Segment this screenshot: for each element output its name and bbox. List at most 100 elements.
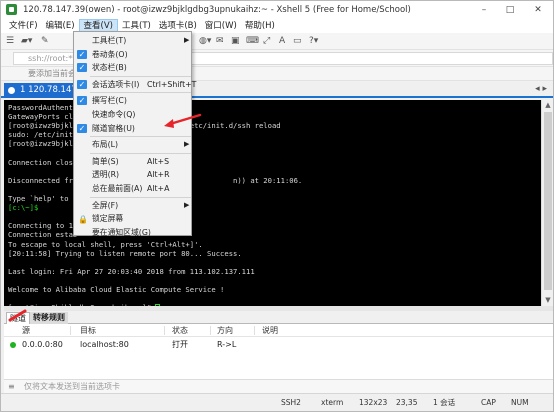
column-direction[interactable]: 方向 [217, 324, 233, 337]
globe-icon[interactable]: ◍▾ [199, 36, 211, 47]
terminal-line: Connecting to 12 [8, 221, 78, 231]
view-menu-item-label: 简单(S) [92, 156, 119, 166]
new-session-icon[interactable]: ☰ [6, 36, 14, 47]
terminal-line: To escape to local shell, press 'Ctrl+Al… [8, 239, 203, 249]
xftp-icon[interactable]: ✉ [216, 36, 224, 47]
view-menu-item-label: 全屏(F) [92, 200, 119, 210]
table-header: 源 目标 状态 方向 说明 [4, 324, 553, 337]
menu-separator [90, 152, 191, 154]
menu-separator [90, 136, 191, 138]
keyboard-icon[interactable]: ⌨ [246, 36, 259, 47]
tunnel-active-icon [10, 342, 16, 348]
view-menu-item-shortcut: Alt+S [147, 156, 170, 166]
disconnect-icon[interactable]: ✎ [41, 36, 49, 47]
window-controls: – □ ✕ [471, 1, 553, 18]
view-menu-item[interactable]: 工具栏(T) ▶ [75, 34, 192, 47]
view-menu-item[interactable]: 布局(L) ▶ [75, 138, 192, 151]
view-menu-item-label: 卷动条(O) [92, 49, 128, 59]
tab-forwarding-rules[interactable]: 转移规则 [30, 312, 68, 324]
view-menu-item-label: 锁定屏幕 [92, 214, 124, 224]
view-menu-item-label: 隧道窗格(U) [92, 123, 135, 133]
view-menu-item[interactable]: ✓ 状态栏(B) [75, 61, 192, 74]
terminal-type: xterm [321, 398, 344, 407]
cell-status: 打开 [172, 340, 188, 349]
tab-list-icon[interactable]: ◂ ▸ [535, 84, 547, 94]
session-status-icon [8, 87, 15, 94]
terminal-line: GatewayPorts cli [8, 112, 78, 122]
checkmark-icon: ✓ [77, 79, 87, 89]
fullscreen-icon[interactable]: ⤢ [263, 36, 270, 47]
table-row[interactable]: 0.0.0.0:80 localhost:80 打开 R->L [4, 338, 553, 352]
annotation-arrow-icon [164, 113, 202, 128]
menu-separator [90, 75, 191, 77]
scrollbar-thumb[interactable] [544, 112, 552, 290]
view-menu-item[interactable]: ✓ 撰写栏(C) [75, 94, 192, 107]
column-divider [70, 326, 71, 335]
column-source[interactable]: 源 [22, 324, 30, 337]
view-menu-item-shortcut: Ctrl+Shift+T [147, 79, 197, 89]
menu-window[interactable]: 窗口(W) [201, 19, 241, 33]
column-divider [254, 326, 255, 335]
menu-help[interactable]: 帮助(H) [241, 19, 279, 33]
view-menu-item-label: 布局(L) [92, 140, 119, 150]
view-menu-item-label: 工具栏(T) [92, 36, 127, 45]
xshell-logo-icon [6, 4, 17, 15]
lock-icon[interactable]: ▣ [231, 36, 240, 47]
view-menu-item[interactable]: 总在最前面(A) Alt+A [75, 182, 192, 195]
view-menu-item[interactable]: ✓ 卷动条(O) [75, 48, 192, 61]
view-menu-item[interactable]: 要在通知区域(G) [75, 226, 192, 239]
scroll-down-icon[interactable]: ▼ [542, 295, 554, 306]
view-menu-item[interactable]: 🔒 锁定屏幕 [75, 212, 192, 225]
view-menu-item-label: 要在通知区域(G) [92, 227, 151, 237]
view-menu-item[interactable]: ✓ 会话选项卡(I) Ctrl+Shift+T [75, 78, 196, 91]
scroll-up-icon[interactable]: ▲ [542, 100, 554, 111]
view-menu-item[interactable]: 透明(R) Alt+R [75, 168, 192, 181]
compose-placeholder[interactable]: 仅将文本发送到当前选项卡 [24, 380, 120, 394]
cell-source: 0.0.0.0:80 [22, 340, 63, 349]
terminal-line: Welcome to Alibaba Cloud Elastic Compute… [8, 285, 225, 294]
view-menu-item-label: 快速命令(Q) [92, 110, 136, 119]
menu-separator [90, 92, 191, 94]
column-divider [210, 326, 211, 335]
terminal-scrollbar[interactable]: ▲ ▼ [541, 100, 553, 306]
view-menu-item[interactable]: 全屏(F) ▶ [75, 199, 192, 212]
column-target[interactable]: 目标 [80, 324, 96, 337]
annotation-mark-icon [8, 309, 27, 322]
checkmark-icon: ✓ [77, 63, 87, 73]
terminal-line: PasswordAuthentic [8, 103, 82, 112]
cell-direction: R->L [217, 340, 237, 349]
tunnel-pane-tabs: 隧道 转移规则 [4, 311, 553, 324]
session-count: 1 会话 [433, 398, 456, 407]
terminal-line: sudo: /etc/init. [8, 130, 78, 140]
terminal-line: Connection estab [8, 230, 78, 240]
help-icon[interactable]: ?▾ [309, 36, 318, 47]
view-menu-item-shortcut: Alt+A [147, 184, 170, 193]
title-bar[interactable]: 120.78.147.39(owen) - root@izwz9bjklgdbg… [1, 1, 553, 18]
minimize-button[interactable]: – [471, 1, 497, 18]
column-description[interactable]: 说明 [262, 324, 278, 337]
close-button[interactable]: ✕ [523, 1, 553, 18]
checkmark-icon: ✓ [77, 96, 87, 106]
compose-icon[interactable]: ▭ [293, 36, 302, 47]
submenu-arrow-icon: ▶ [184, 140, 190, 149]
submenu-arrow-icon: ▶ [184, 36, 190, 44]
font-icon[interactable]: A [279, 36, 285, 47]
tunnel-table: 源 目标 状态 方向 说明 0.0.0.0:80 localhost:80 打开… [4, 324, 553, 379]
cursor-position: 23,35 [396, 398, 418, 407]
menu-file[interactable]: 文件(F) [5, 19, 42, 33]
column-status[interactable]: 状态 [172, 324, 188, 337]
view-menu-item-label: 总在最前面(A) [92, 184, 143, 193]
view-menu-item[interactable]: 简单(S) Alt+S [75, 155, 192, 168]
column-divider [164, 326, 165, 335]
maximize-button[interactable]: □ [497, 1, 523, 18]
checkmark-icon: ✓ [77, 123, 87, 133]
open-folder-icon[interactable]: ▰▾ [21, 36, 32, 47]
caps-lock-indicator: CAP [481, 398, 496, 407]
compose-bar[interactable]: ≡ 仅将文本发送到当前选项卡 [4, 379, 553, 393]
compose-menu-icon[interactable]: ≡ [8, 382, 15, 391]
checkmark-icon: ✓ [77, 49, 87, 59]
view-menu-item-label: 状态栏(B) [92, 63, 127, 73]
terminal-line: Connection closed [8, 157, 82, 167]
terminal-size: 132x23 [359, 398, 388, 407]
terminal-line: Type `help' to le [8, 194, 82, 203]
